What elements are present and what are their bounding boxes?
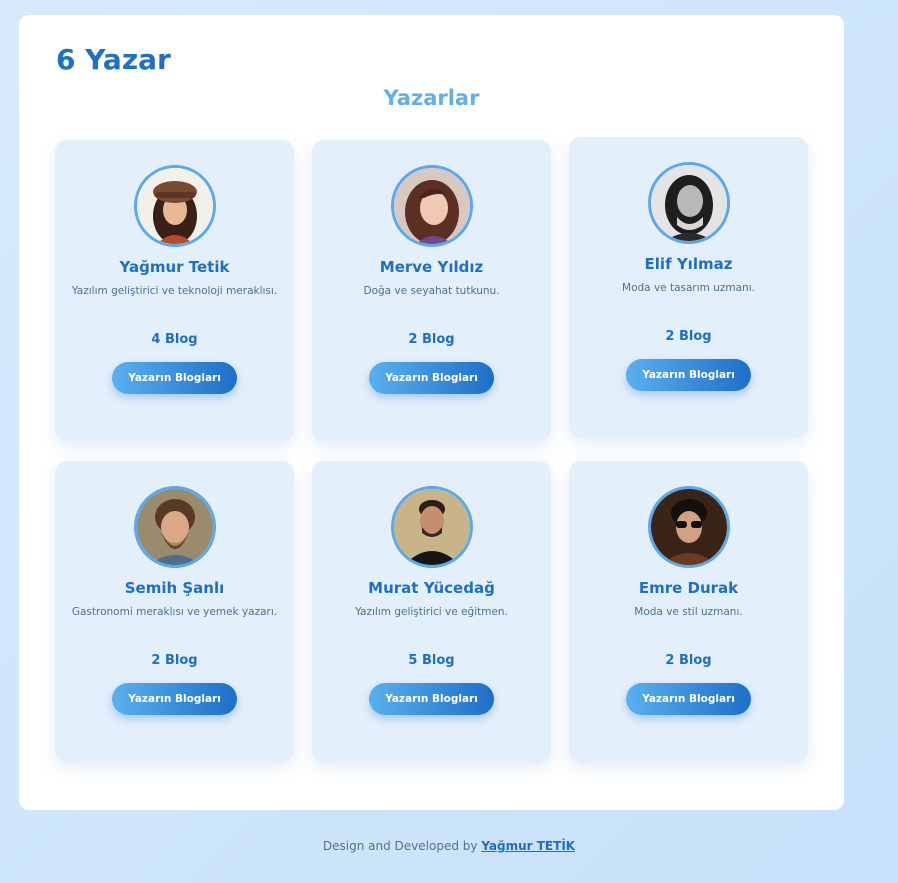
footer-author-link[interactable]: Yağmur TETİK: [481, 839, 575, 853]
footer-text: Design and Developed by: [322, 839, 478, 853]
author-blogs-button[interactable]: Yazarın Blogları: [626, 359, 751, 391]
author-bio: Doğa ve seyahat tutkunu.: [363, 285, 500, 297]
author-name: Elif Yılmaz: [644, 255, 733, 273]
author-name: Emre Durak: [638, 579, 739, 597]
avatar-image: [137, 168, 213, 244]
author-name: Yağmur Tetik: [119, 258, 230, 276]
author-card: Emre Durak Moda ve stil uzmanı. 2 Blog Y…: [569, 461, 808, 762]
author-blogs-button[interactable]: Yazarın Blogları: [369, 362, 494, 394]
author-card: Yağmur Tetik Yazılım geliştirici ve tekn…: [55, 140, 294, 441]
author-avatar: [391, 486, 473, 568]
author-name: Murat Yücedağ: [368, 579, 495, 597]
author-avatar: [134, 165, 216, 247]
author-name: Semih Şanlı: [124, 579, 225, 597]
author-blog-count: 4 Blog: [151, 332, 198, 347]
author-card: Merve Yıldız Doğa ve seyahat tutkunu. 2 …: [312, 140, 551, 441]
author-bio: Moda ve stil uzmanı.: [634, 606, 743, 618]
author-avatar: [134, 486, 216, 568]
author-card: Semih Şanlı Gastronomi meraklısı ve yeme…: [55, 461, 294, 762]
author-blogs-button[interactable]: Yazarın Blogları: [369, 683, 494, 715]
author-card: Elif Yılmaz Moda ve tasarım uzmanı. 2 Bl…: [569, 137, 808, 438]
author-avatar: [648, 486, 730, 568]
authors-panel: 6 Yazar Yazarlar Yağmur Tetik Yazılım ge…: [19, 15, 844, 810]
author-avatar: [391, 165, 473, 247]
avatar-image: [137, 489, 213, 565]
author-bio: Gastronomi meraklısı ve yemek yazarı.: [71, 606, 278, 618]
author-blog-count: 5 Blog: [408, 653, 455, 668]
avatar-image: [394, 168, 470, 244]
section-title: Yazarlar: [383, 86, 480, 110]
author-bio: Yazılım geliştirici ve teknoloji meraklı…: [71, 285, 278, 297]
author-blog-count: 2 Blog: [151, 653, 198, 668]
author-blog-count: 2 Blog: [665, 329, 712, 344]
avatar-image: [651, 165, 727, 241]
author-count-title: 6 Yazar: [56, 43, 171, 76]
author-blogs-button[interactable]: Yazarın Blogları: [626, 683, 751, 715]
author-bio: Yazılım geliştirici ve eğitmen.: [355, 606, 508, 618]
author-card: Murat Yücedağ Yazılım geliştirici ve eği…: [312, 461, 551, 762]
author-blogs-button[interactable]: Yazarın Blogları: [112, 362, 237, 394]
footer: Design and Developed by Yağmur TETİK: [0, 839, 898, 853]
author-avatar: [648, 162, 730, 244]
author-blog-count: 2 Blog: [665, 653, 712, 668]
avatar-image: [651, 489, 727, 565]
author-bio: Moda ve tasarım uzmanı.: [622, 282, 755, 294]
author-blogs-button[interactable]: Yazarın Blogları: [112, 683, 237, 715]
author-name: Merve Yıldız: [379, 258, 484, 276]
avatar-image: [394, 489, 470, 565]
author-blog-count: 2 Blog: [408, 332, 455, 347]
